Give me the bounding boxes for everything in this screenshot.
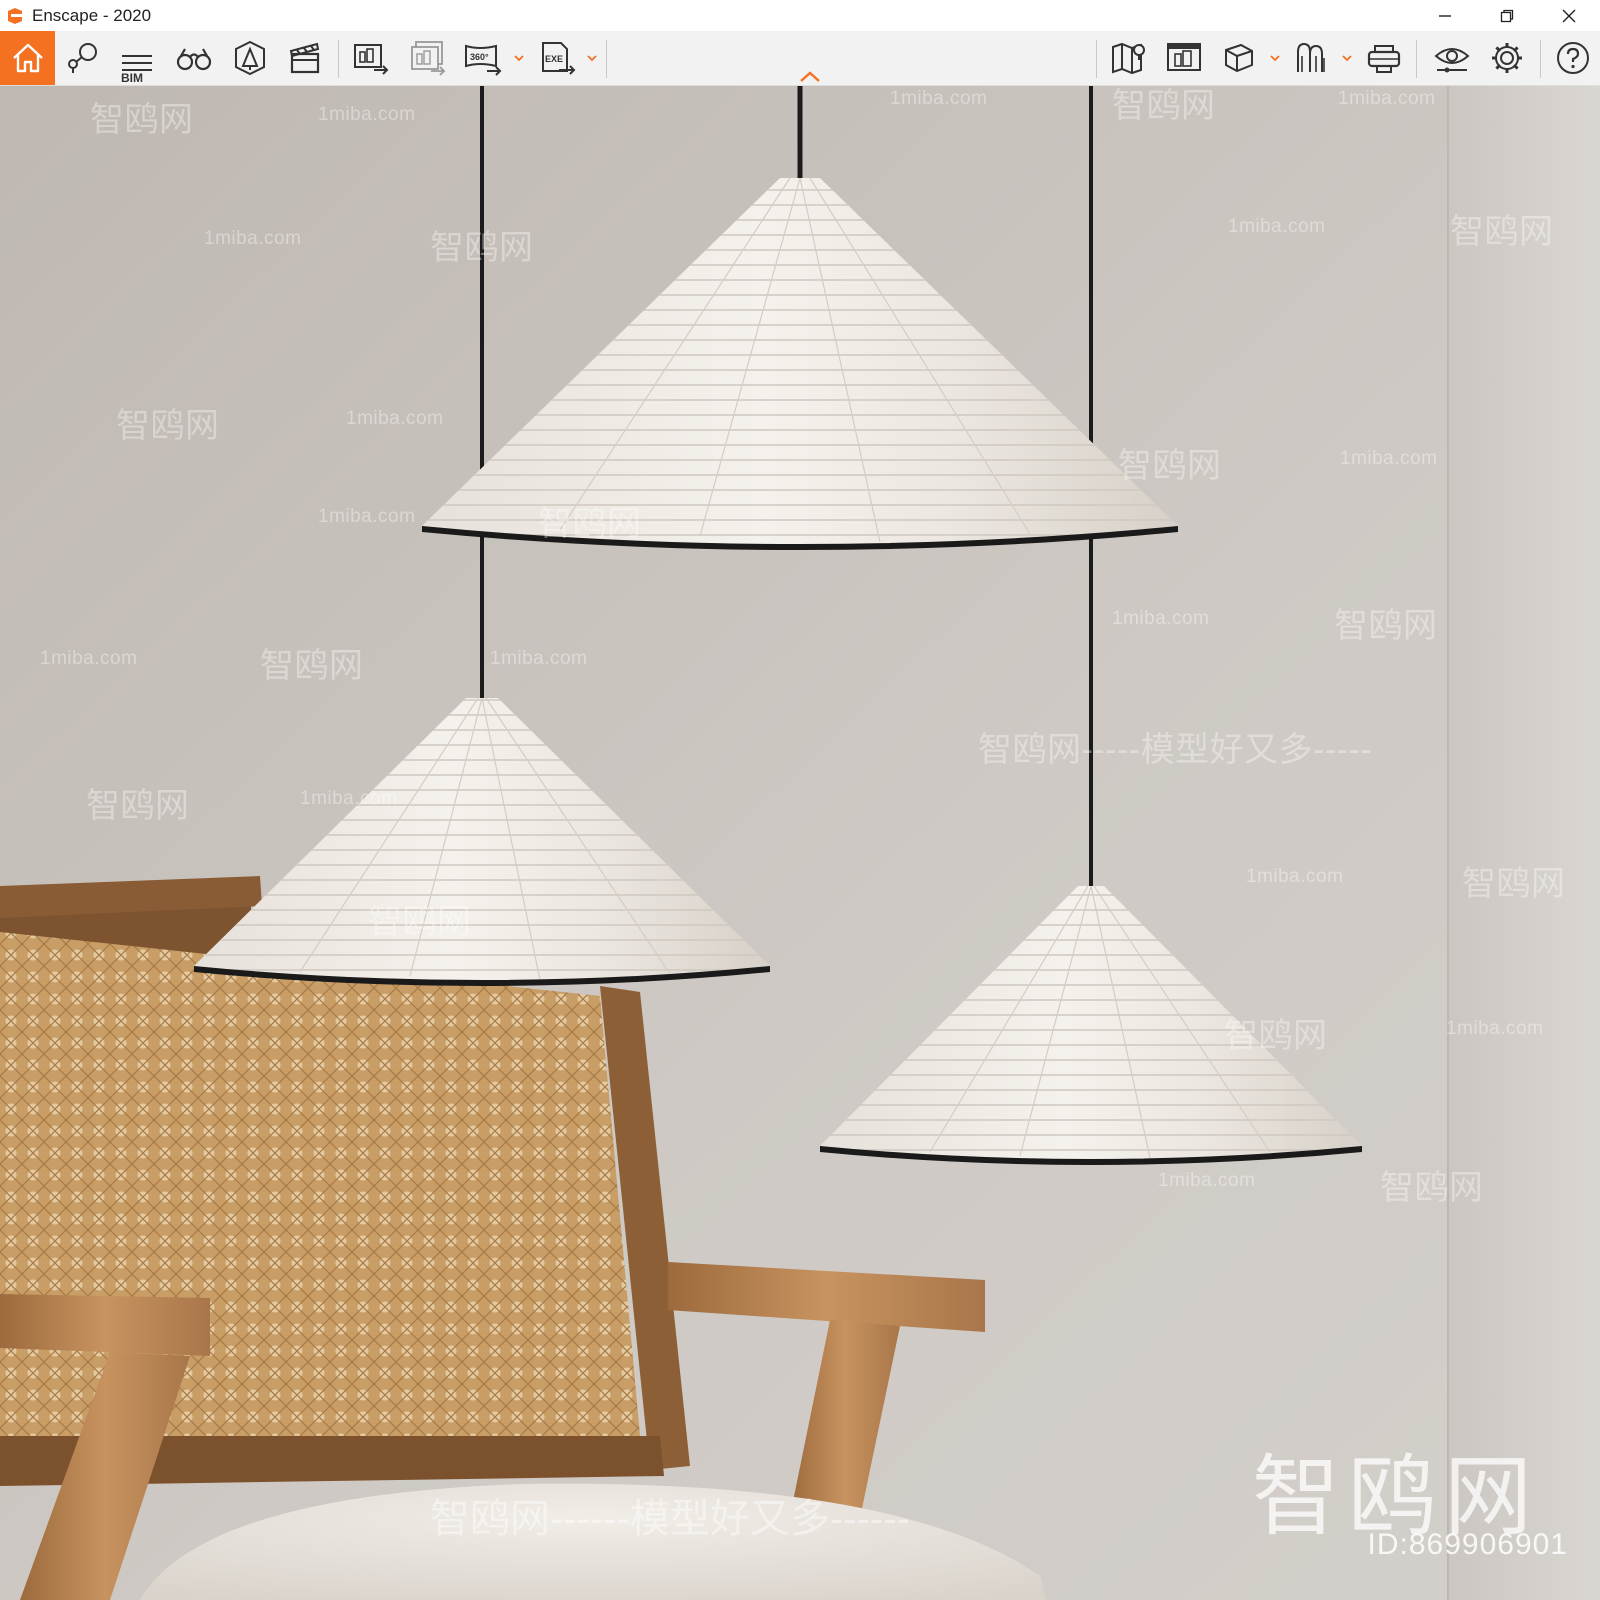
watermark-brand: 智鸥网	[368, 903, 472, 941]
restore-icon	[1500, 9, 1514, 22]
chevron-down-icon	[1270, 54, 1280, 61]
help-button[interactable]	[1549, 34, 1597, 82]
watermark-site: 1miba.com	[1340, 448, 1438, 469]
wall-pillar	[1448, 86, 1600, 1600]
bim-label: BIM	[121, 71, 143, 85]
views-icon	[68, 43, 97, 73]
watermark-brand: 智鸥网	[116, 407, 220, 445]
batch-render-icon	[411, 41, 446, 76]
watermark-site: 1miba.com	[1338, 88, 1436, 109]
watermark-brand: 智鸥网	[1334, 607, 1438, 645]
binoculars-icon	[176, 48, 212, 71]
capture-manager-icon	[1167, 43, 1201, 71]
map-button[interactable]	[1105, 34, 1153, 82]
toolbar-separator	[1096, 40, 1097, 78]
export-exe-button[interactable]: EXE	[534, 34, 582, 82]
chevron-up-icon	[800, 71, 820, 82]
restore-button[interactable]	[1476, 0, 1538, 31]
watermark-brand: 智鸥网	[1380, 1169, 1484, 1207]
watermark-site: 1miba.com	[1246, 866, 1344, 887]
watermark-site: 1miba.com	[1112, 608, 1210, 629]
home-button[interactable]	[0, 31, 55, 85]
watermark-site: 1miba.com	[1228, 216, 1326, 237]
video-editor-icon	[289, 42, 320, 74]
watermark-site: 1miba.com	[490, 648, 588, 669]
toolbar-separator	[338, 40, 339, 78]
watermark-brand: 智鸥网	[1224, 1017, 1328, 1055]
close-button[interactable]	[1538, 0, 1600, 31]
home-icon	[12, 43, 43, 73]
binoculars-button[interactable]	[170, 34, 218, 82]
minimize-button[interactable]	[1414, 0, 1476, 31]
atmosphere-dropdown[interactable]	[1340, 51, 1354, 65]
visual-settings-icon	[1434, 48, 1470, 73]
toolbar-separator	[1416, 40, 1417, 78]
watermark-site: 1miba.com	[346, 408, 444, 429]
render-image-icon	[354, 44, 389, 75]
collapse-toolbar-button[interactable]	[798, 70, 822, 84]
watermark-site: 1miba.com	[318, 506, 416, 527]
title-bar: Enscape - 2020	[0, 0, 1600, 31]
watermark-site: 1miba.com	[1158, 1170, 1256, 1191]
render-360-dropdown[interactable]	[512, 51, 526, 65]
watermark-site: 1miba.com	[1446, 1018, 1544, 1039]
visual-settings-button[interactable]	[1428, 34, 1476, 82]
watermark-brand: 智鸥网	[430, 229, 534, 267]
gear-icon	[1492, 43, 1522, 73]
minimize-icon	[1439, 14, 1451, 17]
cube-view-dropdown[interactable]	[1268, 51, 1282, 65]
watermark-brand: 智鸥网	[1112, 87, 1216, 125]
watermark-site: 1miba.com	[204, 228, 302, 249]
close-icon	[1562, 9, 1576, 22]
watermark-model-id: ID:869906901	[1367, 1528, 1568, 1561]
watermark-brand: 智鸥网	[90, 101, 194, 139]
chevron-down-icon	[1342, 54, 1352, 61]
watermark-brand: 智鸥网	[1118, 447, 1222, 485]
export-exe-dropdown[interactable]	[585, 51, 599, 65]
vr-headset-button[interactable]	[1360, 34, 1408, 82]
video-editor-button[interactable]	[281, 34, 329, 82]
chevron-down-icon	[587, 54, 597, 61]
watermark-site: 1miba.com	[318, 104, 416, 125]
watermark-site: 1miba.com	[890, 88, 988, 109]
watermark-brand: 智鸥网	[1450, 213, 1554, 251]
render-360-icon: 360°	[465, 44, 502, 76]
watermark-brand: 智鸥网	[1462, 865, 1566, 903]
chevron-down-icon	[514, 54, 524, 61]
svg-text:360°: 360°	[470, 52, 489, 62]
watermark-site: 1miba.com	[300, 788, 398, 809]
map-icon	[1112, 42, 1145, 75]
watermark-slogan: 智鸥网-----模型好又多-----	[978, 731, 1373, 769]
asset-library-icon	[235, 40, 265, 76]
asset-library-button[interactable]	[226, 34, 274, 82]
cube-view-button[interactable]	[1215, 34, 1263, 82]
enscape-logo-icon	[8, 7, 22, 24]
svg-text:EXE: EXE	[545, 54, 563, 64]
watermark-slogan-bottom: 智鸥网------模型好又多------	[430, 1497, 910, 1541]
watermark-brand: 智鸥网	[260, 647, 364, 685]
render-360-button[interactable]: 360°	[459, 34, 507, 82]
render-image-button[interactable]	[347, 34, 395, 82]
capture-manager-button[interactable]	[1160, 34, 1208, 82]
watermark-brand: 智鸥网	[538, 505, 642, 543]
settings-button[interactable]	[1483, 34, 1531, 82]
window-title: Enscape - 2020	[32, 5, 152, 25]
export-exe-icon: EXE	[542, 42, 576, 75]
toolbar-separator	[1540, 40, 1541, 78]
batch-render-button[interactable]	[404, 34, 452, 82]
watermark-brand: 智鸥网	[86, 787, 190, 825]
render-viewport[interactable]: 智鸥网 1miba.com 1miba.com 智鸥网 1miba.com 1m…	[0, 86, 1600, 1600]
window-controls	[1414, 0, 1600, 31]
watermark-site: 1miba.com	[40, 648, 138, 669]
render-scene	[0, 86, 1600, 1600]
vr-headset-icon	[1367, 45, 1401, 73]
toolbar-separator	[606, 40, 607, 78]
atmosphere-icon	[1297, 42, 1325, 72]
views-button[interactable]	[58, 34, 106, 82]
help-icon	[1557, 42, 1589, 74]
atmosphere-button[interactable]	[1288, 34, 1336, 82]
cube-view-icon	[1225, 43, 1253, 73]
